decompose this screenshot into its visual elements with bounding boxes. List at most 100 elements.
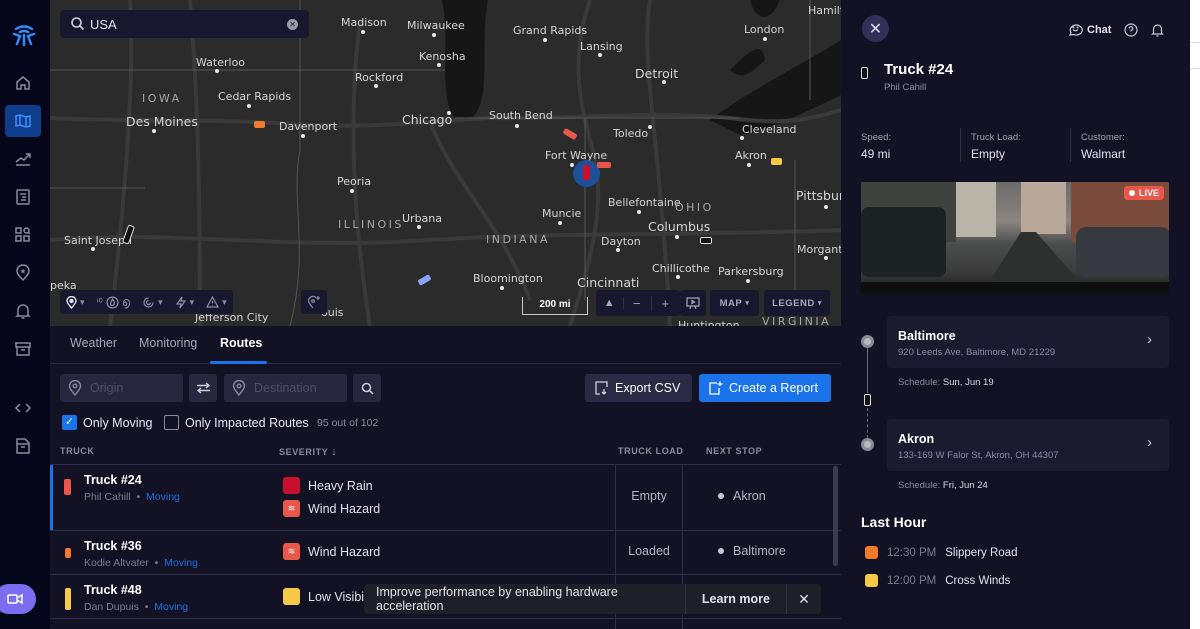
sidebar-item-apps-search[interactable] bbox=[5, 219, 41, 251]
severity-item: ≋ Wind Hazard bbox=[283, 543, 380, 560]
map-city-label: Hamilt bbox=[808, 4, 841, 17]
map-truck-marker[interactable] bbox=[700, 237, 712, 244]
column-header-truck-load[interactable]: TRUCK LOAD bbox=[618, 446, 684, 456]
map-city-label: London bbox=[744, 23, 785, 36]
live-dashcam-feed[interactable]: LIVE bbox=[861, 182, 1169, 295]
map-city-dot bbox=[616, 248, 620, 252]
chat-button[interactable]: Chat bbox=[1068, 23, 1111, 37]
route-search-button[interactable] bbox=[353, 374, 381, 402]
status-badge: Moving bbox=[146, 491, 180, 503]
lightning-dropdown[interactable]: ▾ bbox=[169, 290, 201, 314]
timeline-line bbox=[867, 348, 868, 393]
wind-hazard-icon: ≋ bbox=[283, 543, 300, 560]
toast-close-icon[interactable]: ✕ bbox=[787, 591, 821, 608]
truck-name: Truck #48 bbox=[84, 583, 142, 597]
map-search-box[interactable]: USA ✕ bbox=[60, 10, 309, 38]
close-icon[interactable]: ✕ bbox=[862, 15, 889, 42]
sidebar-item-favorite-locations[interactable] bbox=[5, 257, 41, 289]
destination-placeholder: Destination bbox=[254, 381, 317, 395]
tab-monitoring[interactable]: Monitoring bbox=[139, 336, 197, 350]
only-moving-checkbox[interactable]: ✓ bbox=[62, 415, 77, 430]
fire-icon[interactable] bbox=[106, 295, 119, 309]
sidebar-item-alerts[interactable] bbox=[5, 295, 41, 327]
table-scrollbar[interactable] bbox=[833, 466, 838, 566]
next-stop-label: Baltimore bbox=[733, 544, 786, 558]
selected-truck-marker[interactable] bbox=[573, 160, 600, 187]
map-city-label: Chicago bbox=[402, 112, 453, 127]
map-city-dot bbox=[437, 63, 441, 67]
map-city-dot bbox=[447, 111, 451, 115]
location-filter-dropdown[interactable]: ▾ bbox=[60, 290, 91, 314]
stop-card-akron[interactable]: Akron 133-169 W Falor St, Akron, OH 4430… bbox=[887, 419, 1169, 471]
map-city-dot bbox=[763, 37, 767, 41]
map-city-dot bbox=[247, 104, 251, 108]
help-circle-icon[interactable] bbox=[1124, 23, 1138, 37]
map-city-label: Waterloo bbox=[196, 56, 246, 69]
bell-icon[interactable] bbox=[1151, 23, 1164, 37]
table-divider bbox=[50, 530, 841, 531]
search-icon bbox=[361, 382, 374, 395]
only-impacted-checkbox[interactable] bbox=[164, 415, 179, 430]
map-truck-marker[interactable] bbox=[771, 158, 782, 165]
swap-route-button[interactable] bbox=[189, 374, 217, 402]
sidebar-item-map[interactable] bbox=[5, 105, 41, 137]
map-city-dot bbox=[91, 247, 95, 251]
map-city-label: Cleveland bbox=[742, 123, 797, 136]
origin-input[interactable]: Origin bbox=[60, 374, 183, 402]
hurricane-icon[interactable]: ൭ bbox=[122, 295, 130, 310]
map-search-input[interactable]: USA bbox=[90, 17, 117, 32]
sidebar-item-analytics[interactable] bbox=[5, 143, 41, 175]
video-call-button[interactable] bbox=[0, 584, 36, 614]
map-style-label: MAP bbox=[719, 297, 743, 309]
sidebar-item-reports[interactable] bbox=[5, 181, 41, 213]
severity-item: Heavy Rain bbox=[283, 477, 373, 494]
only-impacted-label[interactable]: Only Impacted Routes bbox=[185, 416, 309, 430]
presentation-button[interactable] bbox=[680, 290, 706, 316]
map-city-dot bbox=[824, 256, 828, 260]
live-label: LIVE bbox=[1138, 188, 1159, 198]
tab-weather[interactable]: Weather bbox=[70, 336, 117, 350]
destination-input[interactable]: Destination bbox=[224, 374, 347, 402]
sidebar-item-saved[interactable] bbox=[5, 430, 41, 462]
wind-hazard-icon: ≋ bbox=[283, 500, 300, 517]
sidebar-item-archive[interactable] bbox=[5, 333, 41, 365]
tab-routes[interactable]: Routes bbox=[220, 336, 262, 350]
hazards-dropdown[interactable]: ▾ bbox=[200, 290, 233, 314]
radar-dropdown[interactable]: ▾ bbox=[136, 290, 169, 314]
rain-drops-icon[interactable]: ⁱ⁰ bbox=[97, 296, 103, 309]
home-icon bbox=[16, 76, 30, 90]
stop-card-baltimore[interactable]: Baltimore 920 Leeds Ave, Baltimore, MD 2… bbox=[887, 316, 1169, 368]
truck-driver-status: Kodie Altvater • Moving bbox=[84, 557, 199, 569]
sidebar-item-developer[interactable] bbox=[5, 392, 41, 424]
learn-more-button[interactable]: Learn more bbox=[684, 584, 787, 614]
next-stop: Akron bbox=[718, 489, 766, 503]
stat-divider bbox=[960, 128, 961, 162]
next-stop-label: Akron bbox=[733, 489, 766, 503]
column-header-severity[interactable]: SEVERITY ↓ bbox=[279, 446, 337, 458]
north-arrow-icon[interactable]: ▲ bbox=[597, 297, 624, 309]
map-truck-marker[interactable] bbox=[254, 121, 265, 128]
map-state-label: IOWA bbox=[142, 92, 182, 105]
export-csv-button[interactable]: Export CSV bbox=[585, 374, 692, 402]
map-view[interactable]: USA ✕ Madison Milwaukee Grand Rapids Lan… bbox=[50, 0, 841, 326]
truck-load-value: Empty bbox=[971, 147, 1006, 161]
zoom-in-button[interactable]: + bbox=[652, 296, 680, 311]
add-location-button[interactable] bbox=[301, 290, 327, 314]
map-truck-marker[interactable] bbox=[597, 162, 611, 168]
legend-dropdown[interactable]: LEGEND ▾ bbox=[764, 290, 830, 316]
sidebar-item-home[interactable] bbox=[5, 67, 41, 99]
map-style-dropdown[interactable]: MAP ▾ bbox=[710, 290, 759, 316]
speed-value: 49 mi bbox=[861, 147, 891, 161]
app-logo-icon[interactable] bbox=[11, 22, 37, 48]
only-moving-label[interactable]: Only Moving bbox=[83, 416, 152, 430]
chat-label: Chat bbox=[1087, 24, 1112, 36]
clear-circle-icon[interactable]: ✕ bbox=[287, 19, 298, 30]
column-header-truck[interactable]: TRUCK bbox=[60, 446, 95, 456]
create-report-button[interactable]: Create a Report bbox=[699, 374, 831, 402]
column-header-next-stop[interactable]: NEXT STOP bbox=[706, 446, 762, 456]
chat-smile-icon bbox=[1069, 24, 1083, 36]
zoom-out-button[interactable]: − bbox=[624, 295, 652, 311]
map-city-label: Columbus bbox=[648, 219, 711, 234]
map-weather-toolbar: ▾ ⁱ⁰ ൭ ▾ ▾ ▾ bbox=[60, 290, 233, 314]
stop-name: Akron bbox=[898, 432, 935, 446]
